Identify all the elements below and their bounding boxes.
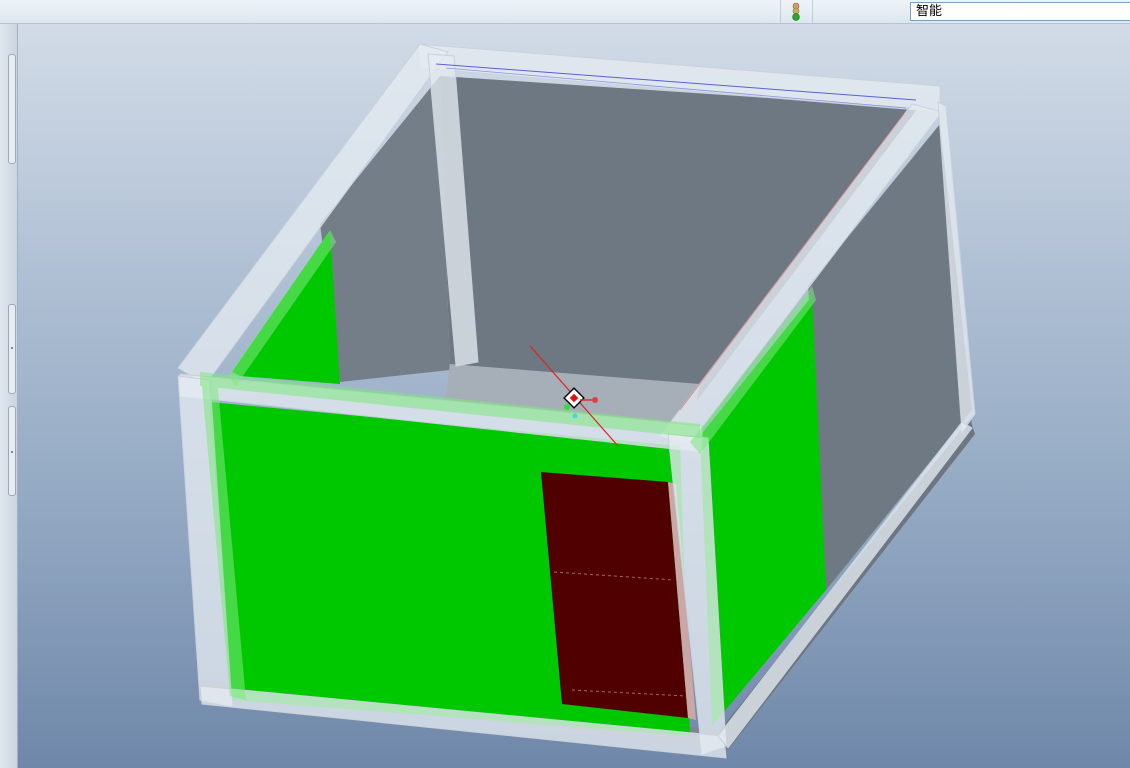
top-toolbar: 智能 — [0, 0, 1130, 24]
coordinate-system-icon — [572, 413, 578, 419]
toolbar-separator — [780, 0, 781, 23]
selection-filter-dropdown[interactable]: 智能 — [910, 2, 1130, 21]
model-3d-scene[interactable] — [0, 24, 1130, 768]
coordinate-system-icon — [564, 404, 570, 410]
door — [541, 472, 688, 718]
traffic-light-icon[interactable] — [788, 1, 804, 23]
toolbar-separator — [812, 0, 813, 23]
modeling-application: 智能 — [0, 0, 1130, 768]
graphics-viewport[interactable] — [0, 24, 1130, 768]
coordinate-system-icon — [592, 397, 598, 403]
